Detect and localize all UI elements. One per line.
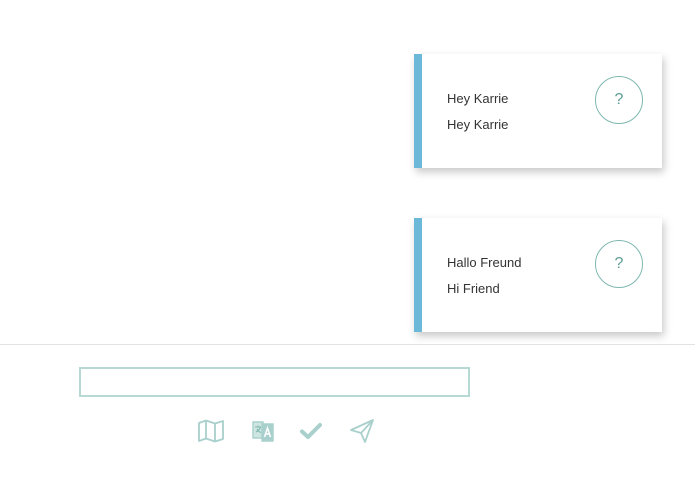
map-icon [198, 419, 224, 443]
question-mark-icon: ? [614, 91, 624, 108]
message-card: Hallo Freund Hi Friend ? [414, 218, 662, 332]
send-icon [350, 419, 374, 443]
message-input[interactable] [79, 367, 470, 397]
map-button[interactable] [197, 417, 225, 445]
question-mark-icon: ? [614, 255, 624, 272]
composer-divider [0, 344, 695, 345]
message-card: Hey Karrie Hey Karrie ? [414, 54, 662, 168]
check-icon [300, 423, 322, 439]
send-button[interactable] [348, 417, 376, 445]
message-translation-text: Hi Friend [447, 281, 500, 296]
help-button[interactable]: ? [595, 76, 643, 124]
confirm-button[interactable] [297, 417, 325, 445]
chat-page: Hey Karrie Hey Karrie ? Hallo Freund Hi … [0, 0, 695, 494]
help-button[interactable]: ? [595, 240, 643, 288]
translate-icon [252, 421, 274, 442]
message-list: Hey Karrie Hey Karrie ? Hallo Freund Hi … [0, 0, 695, 344]
message-translation-text: Hey Karrie [447, 117, 509, 132]
composer-toolbar [0, 417, 695, 445]
message-original-text: Hallo Freund [447, 255, 522, 270]
translate-button[interactable] [249, 417, 277, 445]
message-original-text: Hey Karrie [447, 91, 509, 106]
